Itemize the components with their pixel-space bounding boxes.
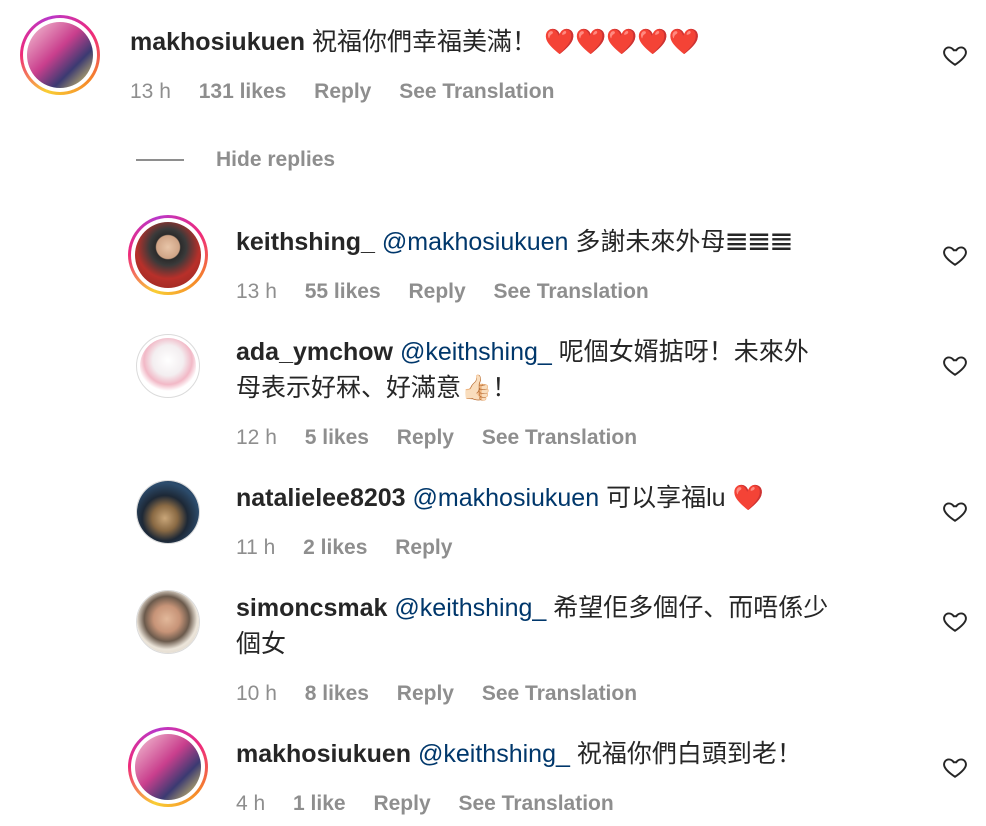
mention-link[interactable]: @makhosiukuen: [413, 484, 600, 512]
comment-text: keithshing_ @makhosiukuen 多謝未來外母𝌆𝌆𝌆: [236, 224, 926, 260]
heart-outline-icon[interactable]: [942, 352, 968, 378]
comment-likes[interactable]: 5 likes: [305, 426, 369, 449]
avatar[interactable]: [128, 215, 208, 295]
comment-time[interactable]: 13 h: [130, 80, 171, 103]
avatar-photo: [135, 734, 201, 800]
reply-button[interactable]: Reply: [397, 426, 454, 449]
avatar[interactable]: [20, 15, 100, 95]
comment-likes[interactable]: 1 like: [293, 792, 346, 815]
comment-text: simoncsmak @keithshing_ 希望佢多個仔、而唔係少 個女: [236, 590, 926, 662]
comment-username[interactable]: natalielee8203: [236, 484, 406, 512]
comment-meta: 11 h 2 likes Reply: [236, 536, 474, 560]
comment-body: 可以享福lu: [606, 484, 726, 512]
comment-body: 祝福你們幸福美滿！: [312, 28, 538, 56]
mention-link[interactable]: @keithshing_: [418, 740, 570, 768]
comment-meta: 12 h 5 likes Reply See Translation: [236, 426, 659, 450]
heart-outline-icon[interactable]: [942, 498, 968, 524]
comment-body: 希望佢多個仔、而唔係少: [553, 594, 829, 622]
hide-replies-label[interactable]: Hide replies: [216, 148, 335, 172]
avatar-photo: [137, 481, 199, 543]
comment-time[interactable]: 11 h: [236, 536, 275, 559]
avatar[interactable]: [136, 590, 200, 654]
comment-username[interactable]: makhosiukuen: [130, 28, 305, 56]
avatar[interactable]: [136, 480, 200, 544]
comment-username[interactable]: keithshing_: [236, 228, 375, 256]
comment-meta: 13 h 131 likes Reply See Translation: [130, 80, 576, 104]
mention-link[interactable]: @keithshing_: [400, 338, 552, 366]
comment-likes[interactable]: 55 likes: [305, 280, 381, 303]
reply-button[interactable]: Reply: [408, 280, 465, 303]
avatar-photo: [140, 338, 196, 394]
reply-button[interactable]: Reply: [373, 792, 430, 815]
comment-meta: 4 h 1 like Reply See Translation: [236, 792, 636, 816]
comment-text: ada_ymchow @keithshing_ 呢個女婿掂呀！未來外 母表示好冧…: [236, 334, 926, 406]
reply-button[interactable]: Reply: [395, 536, 452, 559]
comment-text: natalielee8203 @makhosiukuen 可以享福lu ❤️: [236, 480, 926, 516]
reply-button[interactable]: Reply: [397, 682, 454, 705]
comment-body-continued: 個女: [236, 630, 287, 658]
comment-username[interactable]: simoncsmak: [236, 594, 387, 622]
comment-text: makhosiukuen 祝福你們幸福美滿！ ❤️❤️❤️❤️❤️: [130, 24, 930, 60]
comment-time[interactable]: 13 h: [236, 280, 277, 303]
see-translation-button[interactable]: See Translation: [482, 426, 637, 449]
comment-body: 祝福你們白頭到老！: [576, 740, 802, 768]
avatar[interactable]: [136, 334, 200, 398]
comment-time[interactable]: 4 h: [236, 792, 265, 815]
comment-likes[interactable]: 8 likes: [305, 682, 369, 705]
comment-likes[interactable]: 131 likes: [199, 80, 287, 103]
comment-text: makhosiukuen @keithshing_ 祝福你們白頭到老！: [236, 736, 926, 772]
reply-button[interactable]: Reply: [314, 80, 371, 103]
comment-emoji: ❤️❤️❤️❤️❤️: [543, 28, 700, 56]
comment-username[interactable]: makhosiukuen: [236, 740, 411, 768]
heart-outline-icon[interactable]: [942, 42, 968, 68]
avatar-photo: [135, 222, 201, 288]
comment-time[interactable]: 10 h: [236, 682, 277, 705]
comment-body: 多謝未來外母: [575, 228, 726, 256]
heart-outline-icon[interactable]: [942, 242, 968, 268]
see-translation-button[interactable]: See Translation: [494, 280, 649, 303]
comment-username[interactable]: ada_ymchow: [236, 338, 393, 366]
comment-meta: 13 h 55 likes Reply See Translation: [236, 280, 671, 304]
heart-outline-icon[interactable]: [942, 608, 968, 634]
see-translation-button[interactable]: See Translation: [458, 792, 613, 815]
mention-link[interactable]: @makhosiukuen: [382, 228, 569, 256]
mention-link[interactable]: @keithshing_: [394, 594, 546, 622]
comment-meta: 10 h 8 likes Reply See Translation: [236, 682, 659, 706]
comment-likes[interactable]: 2 likes: [303, 536, 367, 559]
comment-emoji: 𝌆𝌆𝌆: [725, 228, 793, 256]
see-translation-button[interactable]: See Translation: [482, 682, 637, 705]
avatar-photo: [27, 22, 93, 88]
see-translation-button[interactable]: See Translation: [399, 80, 554, 103]
avatar[interactable]: [128, 727, 208, 807]
comment-emoji: ❤️: [732, 484, 764, 512]
comment-time[interactable]: 12 h: [236, 426, 277, 449]
hide-replies-toggle[interactable]: Hide replies: [136, 148, 335, 172]
comment-body: 呢個女婿掂呀！未來外: [558, 338, 809, 366]
divider: [136, 159, 184, 161]
avatar-photo: [137, 591, 199, 653]
comment-body-continued: 母表示好冧、好滿意👍🏻！: [236, 374, 518, 402]
heart-outline-icon[interactable]: [942, 754, 968, 780]
